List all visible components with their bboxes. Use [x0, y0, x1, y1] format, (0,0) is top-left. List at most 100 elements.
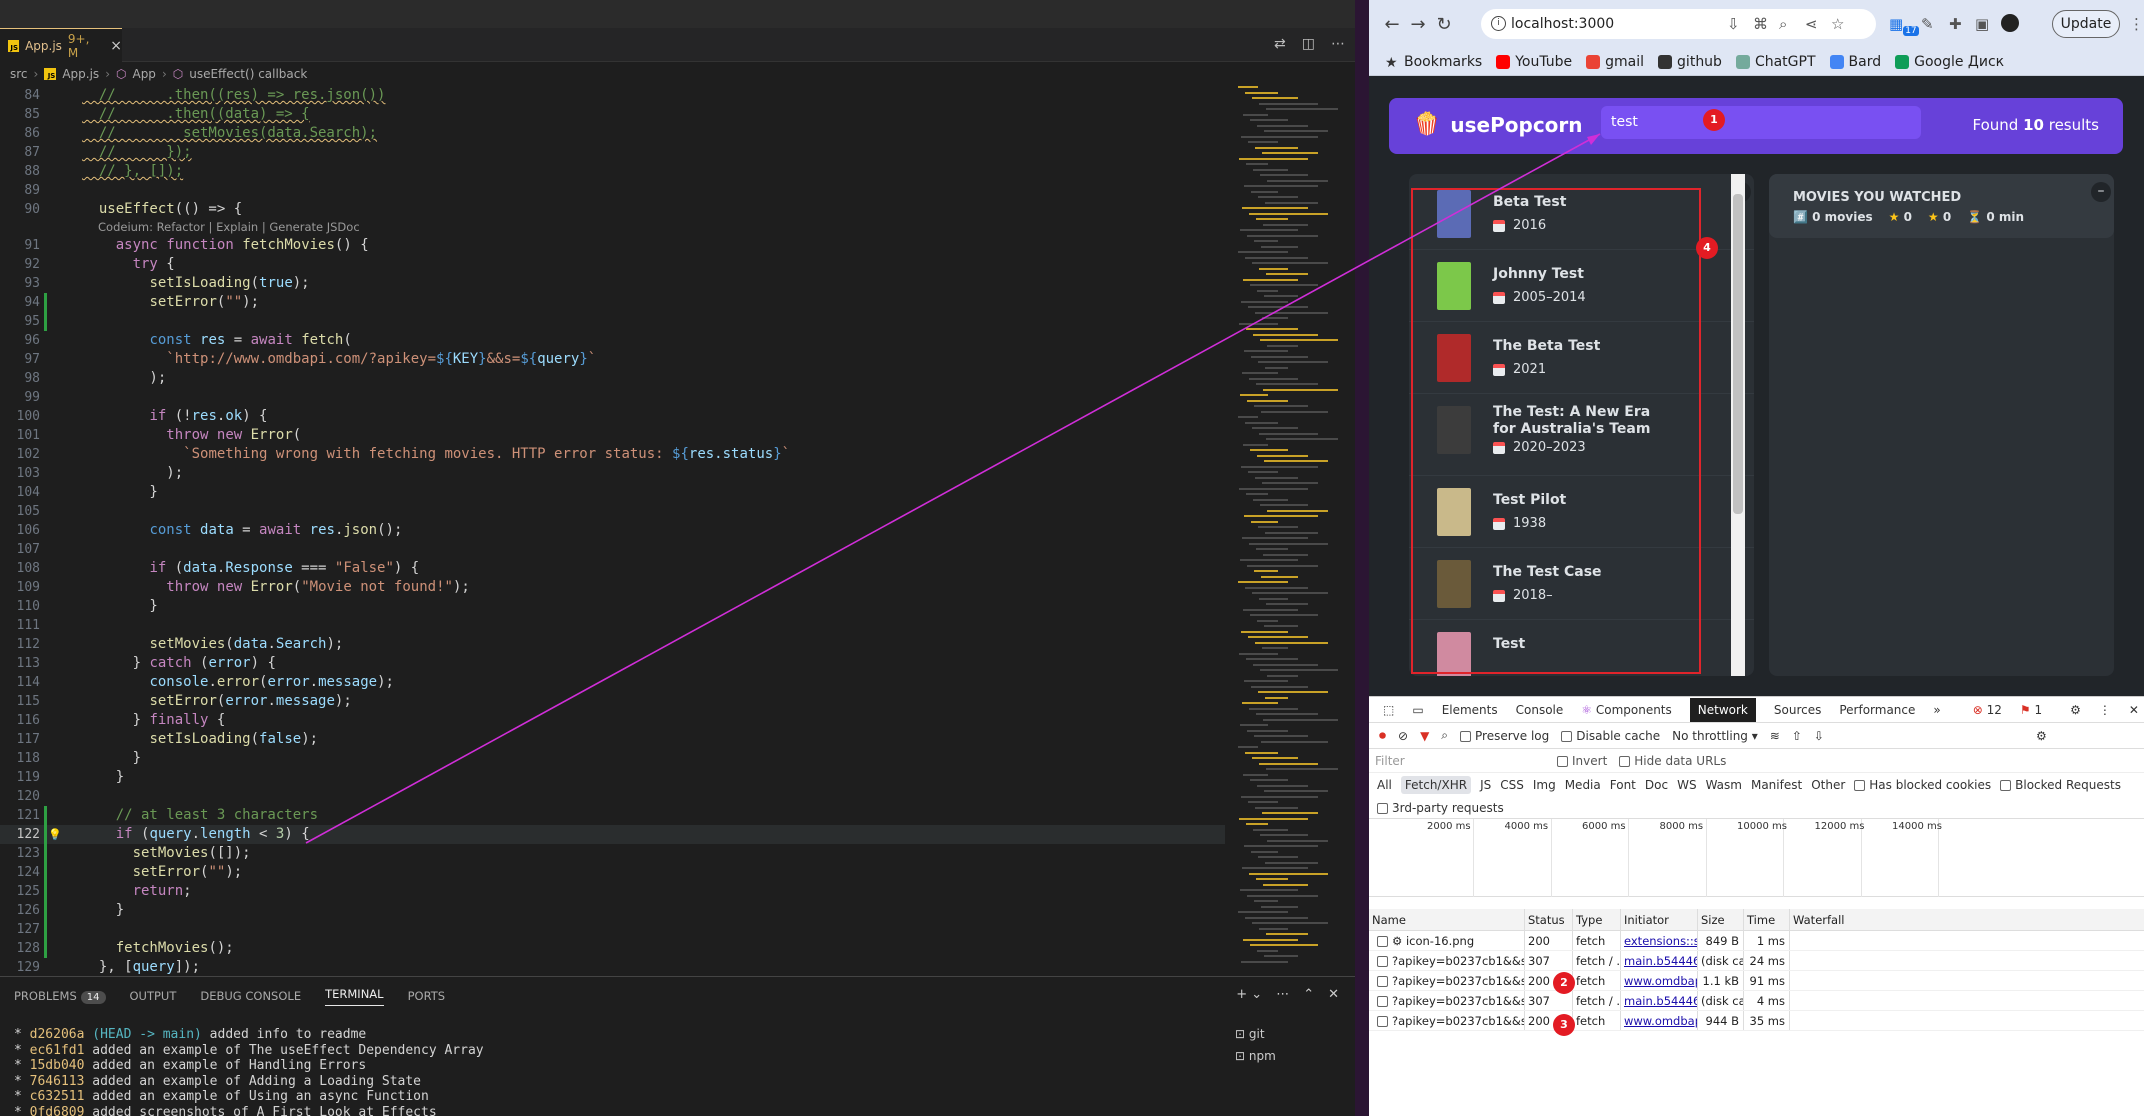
- column-header[interactable]: Size: [1697, 909, 1743, 930]
- download-icon[interactable]: ⇩: [1814, 729, 1824, 743]
- column-header[interactable]: Initiator: [1620, 909, 1697, 930]
- bookmark-item[interactable]: Google Диск: [1895, 54, 2004, 70]
- more-tabs-icon[interactable]: »: [1933, 703, 1940, 717]
- more-options-icon[interactable]: ⋮: [2099, 703, 2111, 717]
- column-header[interactable]: Waterfall: [1789, 909, 2144, 930]
- wifi-icon[interactable]: ≋: [1770, 729, 1780, 743]
- inspect-icon[interactable]: ⬚: [1383, 703, 1394, 717]
- type-filter-js[interactable]: JS: [1480, 778, 1491, 792]
- tab-components[interactable]: ⚛ Components: [1581, 703, 1672, 717]
- puzzle-icon[interactable]: ✚: [1949, 15, 1962, 33]
- type-filter-ws[interactable]: WS: [1677, 778, 1696, 792]
- search-icon[interactable]: ⌕: [1441, 728, 1448, 743]
- device-toggle-icon[interactable]: ▭: [1412, 703, 1423, 717]
- code-text[interactable]: Codeium: Refactor | Explain | Generate J…: [98, 219, 360, 236]
- type-filter-css[interactable]: CSS: [1500, 778, 1524, 792]
- tab-network[interactable]: Network: [1689, 697, 1756, 722]
- reload-icon[interactable]: ↻: [1431, 14, 1457, 35]
- blocked-requests-checkbox[interactable]: Blocked Requests: [2000, 778, 2121, 792]
- lightbulb-icon[interactable]: 💡: [48, 825, 62, 844]
- clear-icon[interactable]: ⊘: [1398, 729, 1408, 743]
- hide-data-urls-checkbox[interactable]: Hide data URLs: [1619, 754, 1726, 768]
- terminal-output[interactable]: * d26206a (HEAD -> main) added info to r…: [14, 1027, 1214, 1116]
- eyedropper-icon[interactable]: ✎: [1921, 15, 1934, 33]
- translate-icon[interactable]: ⌘: [1753, 15, 1768, 33]
- tab-app-js[interactable]: JS App.js 9+, M ×: [0, 28, 122, 62]
- minimap[interactable]: [1228, 86, 1350, 976]
- tab-performance[interactable]: Performance: [1839, 703, 1915, 717]
- back-icon[interactable]: ←: [1379, 14, 1405, 35]
- tab-output[interactable]: OUTPUT: [130, 989, 177, 1003]
- close-icon[interactable]: ✕: [1328, 987, 1339, 1002]
- table-row[interactable]: ?apikey=b0237cb1&&s=test200fetchwww.omdb…: [1369, 1011, 2144, 1031]
- terminal-item-npm[interactable]: ⊡ npm: [1235, 1045, 1295, 1067]
- table-row[interactable]: ⚙ icon-16.png200fetchextensions::setI...…: [1369, 931, 2144, 951]
- code-editor[interactable]: 84 // .then((res) => res.json()) 85 // .t…: [0, 86, 1225, 976]
- throttling-select[interactable]: No throttling ▾: [1672, 729, 1758, 743]
- more-actions-icon[interactable]: ⋯: [1276, 987, 1289, 1002]
- close-icon[interactable]: ✕: [2129, 703, 2139, 717]
- type-filter-wasm[interactable]: Wasm: [1706, 778, 1742, 792]
- install-icon[interactable]: ⇩: [1727, 15, 1740, 33]
- tab-elements[interactable]: Elements: [1442, 703, 1498, 717]
- share-icon[interactable]: ⋖: [1805, 15, 1818, 33]
- bookmark-item[interactable]: ChatGPT: [1735, 54, 1816, 70]
- bookmark-star-icon[interactable]: ☆: [1831, 15, 1844, 33]
- column-header[interactable]: Type: [1572, 909, 1620, 930]
- tab-terminal[interactable]: TERMINAL: [325, 987, 384, 1006]
- search-input[interactable]: test: [1601, 106, 1921, 139]
- tab-problems[interactable]: PROBLEMS 14: [14, 989, 106, 1004]
- table-row[interactable]: ?apikey=b0237cb1&&s=tes307fetch / ...mai…: [1369, 951, 2144, 971]
- disable-cache-checkbox[interactable]: Disable cache: [1561, 729, 1660, 743]
- settings-gear-icon[interactable]: ⚙: [2070, 703, 2081, 717]
- cell-initiator[interactable]: extensions::setI...: [1620, 931, 1697, 950]
- site-info-icon[interactable]: i: [1491, 16, 1506, 31]
- bookmark-item[interactable]: ★ Bookmarks: [1385, 54, 1482, 71]
- extension-icon[interactable]: ▦ 17: [1889, 15, 1919, 36]
- collapse-watched-button[interactable]: –: [2091, 182, 2111, 202]
- maximize-panel-icon[interactable]: ⌃: [1303, 987, 1314, 1002]
- sidepanel-icon[interactable]: ▣: [1975, 15, 1989, 33]
- has-blocked-cookies-checkbox[interactable]: Has blocked cookies: [1854, 778, 1991, 792]
- record-icon[interactable]: ⏺: [1379, 728, 1386, 744]
- update-button[interactable]: Update: [2052, 10, 2120, 38]
- list-scroll-thumb[interactable]: [1733, 194, 1743, 514]
- filter-input[interactable]: Filter: [1375, 754, 1545, 768]
- breadcrumb-item[interactable]: App.js: [62, 67, 99, 81]
- bookmark-item[interactable]: github: [1658, 54, 1722, 70]
- settings-gear-icon[interactable]: ⚙: [2036, 729, 2047, 743]
- column-header[interactable]: Name: [1369, 909, 1524, 930]
- cell-initiator[interactable]: www.omdbapi....: [1620, 1011, 1697, 1030]
- third-party-checkbox[interactable]: 3rd-party requests: [1377, 801, 1504, 815]
- error-count[interactable]: ⊗ 12: [1973, 703, 2002, 717]
- network-timeline[interactable]: 2000 ms 4000 ms 6000 ms 8000 ms 10000 ms 1200…: [1369, 819, 2144, 897]
- terminal-item-git[interactable]: ⊡ git: [1235, 1023, 1295, 1045]
- type-filter-media[interactable]: Media: [1565, 778, 1601, 792]
- type-filter-img[interactable]: Img: [1533, 778, 1556, 792]
- tab-debug-console[interactable]: DEBUG CONSOLE: [200, 989, 301, 1003]
- cell-initiator[interactable]: main.b544465...: [1620, 991, 1697, 1010]
- compare-icon[interactable]: ⇄: [1274, 36, 1286, 52]
- table-row[interactable]: ?apikey=b0237cb1&&s=tes200fetchwww.omdba…: [1369, 971, 2144, 991]
- forward-icon[interactable]: →: [1405, 14, 1431, 35]
- type-filter-font[interactable]: Font: [1610, 778, 1636, 792]
- filter-icon[interactable]: ▼: [1420, 729, 1429, 743]
- tab-ports[interactable]: PORTS: [408, 989, 445, 1003]
- breadcrumb-item[interactable]: src: [10, 67, 28, 81]
- breadcrumb-item[interactable]: App: [132, 67, 155, 81]
- bookmark-item[interactable]: Bard: [1829, 54, 1881, 70]
- type-filter-doc[interactable]: Doc: [1645, 778, 1668, 792]
- zoom-icon[interactable]: ⌕: [1779, 15, 1787, 33]
- breadcrumb-item[interactable]: useEffect() callback: [189, 67, 307, 81]
- cell-initiator[interactable]: main.b544465...: [1620, 951, 1697, 970]
- add-terminal-icon[interactable]: + ⌄: [1236, 987, 1262, 1002]
- close-icon[interactable]: ×: [110, 38, 122, 54]
- more-actions-icon[interactable]: ⋯: [1331, 36, 1345, 52]
- type-filter-other[interactable]: Other: [1811, 778, 1845, 792]
- type-filter-manifest[interactable]: Manifest: [1751, 778, 1802, 792]
- bookmark-item[interactable]: gmail: [1586, 54, 1644, 70]
- type-filter-fetchxhr[interactable]: Fetch/XHR: [1400, 776, 1472, 794]
- tab-console[interactable]: Console: [1516, 703, 1564, 717]
- table-row[interactable]: ?apikey=b0237cb1&&s=test307fetch / ...ma…: [1369, 991, 2144, 1011]
- cell-initiator[interactable]: www.omdbapi....: [1620, 971, 1697, 990]
